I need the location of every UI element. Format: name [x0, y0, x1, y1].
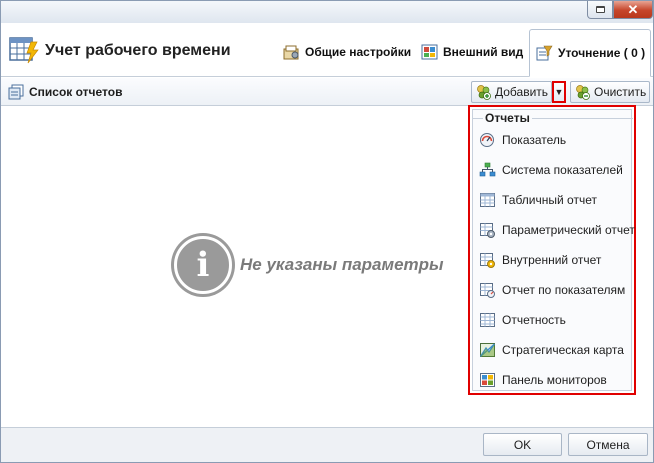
tab-label: Общие настройки — [305, 45, 412, 59]
group-header: Отчеты — [483, 111, 532, 125]
close-button[interactable]: ✕ — [613, 1, 653, 19]
report-list-text: Список отчетов — [29, 85, 123, 99]
menu-item-label: Отчет по показателям — [502, 283, 626, 297]
reporting-icon — [480, 313, 495, 327]
header: Учет рабочего времени Общие настройки Вн… — [1, 23, 653, 77]
add-dropdown-toggle[interactable]: ▼ — [552, 81, 566, 103]
menu-item-label: Показатель — [502, 133, 567, 147]
filter-icon — [536, 45, 553, 61]
clear-label: Очистить — [594, 85, 647, 99]
tab-label: Уточнение ( 0 ) — [558, 46, 646, 60]
cancel-button[interactable]: Отмена — [568, 433, 648, 456]
menu-item-strategy-map[interactable]: Стратегическая карта — [479, 339, 631, 361]
indicator-system-icon — [479, 162, 496, 177]
title-bar: ✕ — [1, 1, 653, 23]
add-icon — [477, 85, 491, 100]
menu-item-indicator-report[interactable]: Отчет по показателям — [479, 279, 631, 301]
menu-item-label: Параметрический отчет — [502, 223, 635, 237]
menu-item-label: Отчетность — [502, 313, 566, 327]
tab-refinement[interactable]: Уточнение ( 0 ) — [529, 29, 651, 77]
add-label: Добавить — [495, 85, 549, 99]
minimize-icon — [595, 6, 605, 13]
add-button[interactable]: Добавить — [471, 81, 552, 103]
indicator-icon — [480, 133, 494, 147]
info-glyph: i — [196, 245, 210, 285]
clear-button[interactable]: Очистить — [570, 81, 650, 103]
strategy-map-icon — [479, 343, 496, 357]
chevron-down-icon: ▼ — [554, 87, 564, 97]
reports-group: Отчеты Показатель Система показателей Та… — [472, 109, 635, 391]
menu-item-reporting[interactable]: Отчетность — [479, 309, 631, 331]
app-title: Учет рабочего времени — [45, 42, 231, 59]
tab-general-settings[interactable]: Общие настройки — [283, 39, 411, 65]
report-list-label: Список отчетов — [8, 84, 122, 100]
footer: OK Отмена — [1, 427, 653, 462]
menu-item-internal-report[interactable]: Внутренний отчет — [479, 249, 631, 271]
info-icon: i — [174, 236, 232, 294]
empty-state: i Не указаны параметры — [174, 236, 444, 294]
menu-item-label: Внутренний отчет — [502, 253, 602, 267]
report-list-icon — [8, 84, 24, 100]
menu-item-indicator-system[interactable]: Система показателей — [479, 159, 631, 181]
menu-item-label: Табличный отчет — [502, 193, 597, 207]
menu-item-dashboard[interactable]: Панель мониторов — [479, 369, 631, 391]
minimize-button[interactable] — [587, 1, 613, 19]
appearance-icon — [421, 44, 438, 60]
internal-report-icon — [480, 253, 495, 268]
ok-button[interactable]: OK — [483, 433, 562, 456]
dashboard-icon — [480, 373, 495, 387]
close-icon: ✕ — [627, 1, 639, 17]
tab-label: Внешний вид — [443, 45, 524, 59]
settings-icon — [283, 45, 299, 60]
timesheet-icon — [9, 37, 39, 64]
menu-item-table-report[interactable]: Табличный отчет — [479, 189, 631, 211]
table-report-icon — [480, 193, 495, 207]
toolbar: Список отчетов Добавить ▼ Очистить — [1, 78, 653, 106]
report-settings-window: ✕ Учет рабочего времени Общие настройки — [0, 0, 654, 463]
tab-appearance[interactable]: Внешний вид — [421, 39, 523, 65]
menu-item-parametric-report[interactable]: Параметрический отчет — [479, 219, 635, 241]
parametric-report-icon — [480, 223, 495, 238]
menu-item-label: Стратегическая карта — [502, 343, 624, 357]
reports-dropdown-menu: Отчеты Показатель Система показателей Та… — [468, 105, 636, 395]
menu-item-label: Система показателей — [502, 163, 623, 177]
menu-item-indicator[interactable]: Показатель — [479, 129, 631, 151]
menu-item-label: Панель мониторов — [502, 373, 607, 387]
empty-state-message: Не указаны параметры — [240, 255, 444, 274]
clear-icon — [576, 85, 590, 100]
indicator-report-icon — [480, 283, 495, 298]
